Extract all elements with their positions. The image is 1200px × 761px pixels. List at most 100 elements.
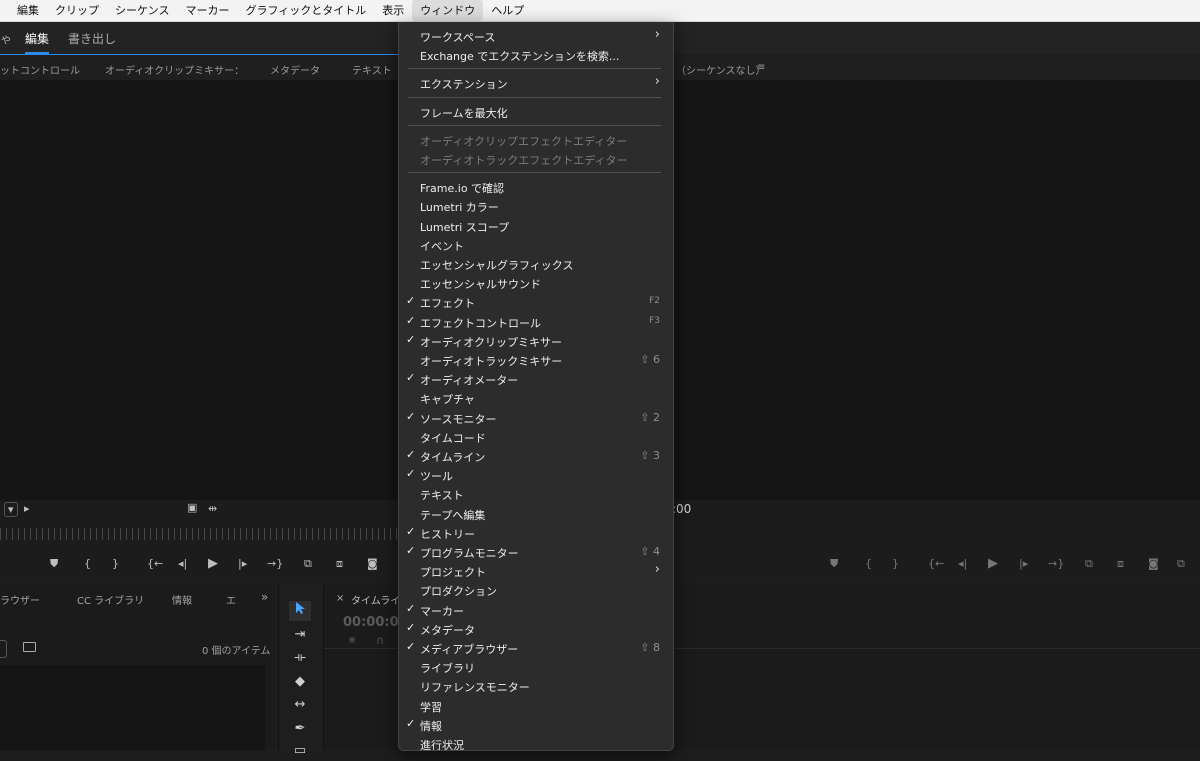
window-menu-item[interactable]: プロダクション (399, 580, 673, 599)
source-time-ruler[interactable] (0, 528, 398, 540)
window-menu-item[interactable]: 学習 (399, 696, 673, 715)
program-timecode[interactable]: :00 (672, 502, 691, 516)
window-menu-item[interactable]: エッセンシャルサウンド (399, 273, 673, 292)
window-menu-item[interactable]: Lumetri スコープ (399, 216, 673, 235)
window-menu-item[interactable]: Frame.io で確認 (399, 177, 673, 196)
menu-help[interactable]: ヘルプ (483, 0, 532, 21)
overwrite-button[interactable]: ⧈ (336, 557, 343, 571)
window-menu-item[interactable]: ✓ メタデータ (399, 619, 673, 638)
program-monitor-viewer[interactable] (672, 80, 1200, 500)
window-menu-item[interactable]: エッセンシャルグラフィックス (399, 254, 673, 273)
window-menu-item[interactable]: Exchange でエクステンションを検索... (399, 45, 673, 64)
program-go-to-in-button[interactable]: {← (928, 557, 944, 570)
slip-tool-icon[interactable]: ↔ (289, 695, 311, 715)
step-forward-button[interactable]: |▸ (238, 557, 247, 570)
program-step-forward-button[interactable]: |▸ (1019, 557, 1028, 570)
razor-tool-icon[interactable]: ◆ (289, 672, 311, 692)
menu-sequence[interactable]: シーケンス (107, 0, 177, 21)
window-menu-item[interactable]: テープへ編集 (399, 504, 673, 523)
source-monitor-viewer[interactable] (0, 80, 400, 500)
menu-edit[interactable]: 編集 (9, 0, 47, 21)
mark-out-button[interactable]: } (112, 557, 119, 570)
window-menu-item[interactable]: ✓ プログラムモニター ⇧ 4 (399, 542, 673, 561)
window-menu-item[interactable]: ライブラリ (399, 657, 673, 676)
window-menu-item[interactable]: オーディオトラックミキサー ⇧ 6 (399, 350, 673, 369)
window-menu-item[interactable]: プロジェクト › (399, 561, 673, 580)
window-menu-item[interactable]: ✓ ツール (399, 465, 673, 484)
select-tool-icon[interactable] (289, 601, 311, 621)
window-menu-item[interactable]: エクステンション › (399, 73, 673, 92)
program-mark-out-button[interactable]: } (892, 557, 899, 570)
mark-in-button[interactable]: { (84, 557, 91, 570)
search-field[interactable] (0, 640, 7, 658)
snap-icon[interactable]: ⋇ (348, 635, 356, 646)
window-menu-item[interactable]: Lumetri カラー (399, 196, 673, 215)
menu-window[interactable]: ウィンドウ (412, 0, 484, 21)
window-menu-item[interactable]: ✓ 情報 (399, 715, 673, 734)
go-to-out-button[interactable]: →} (267, 557, 283, 570)
window-menu-item[interactable]: キャプチャ (399, 388, 673, 407)
pen-tool-icon[interactable]: ✒ (289, 719, 311, 739)
window-menu-item[interactable]: ワークスペース › (399, 26, 673, 45)
item-list[interactable] (0, 665, 265, 750)
tab-effects[interactable]: エ (226, 592, 236, 607)
window-menu-item[interactable]: ✓ ソースモニター ⇧ 2 (399, 408, 673, 427)
window-menu-item[interactable]: ✓ オーディオクリップミキサー (399, 331, 673, 350)
program-go-to-out-button[interactable]: →} (1048, 557, 1064, 570)
window-menu-item[interactable]: 進行状況 (399, 734, 673, 750)
window-menu-item[interactable]: ✓ オーディオメーター (399, 369, 673, 388)
window-menu-item[interactable]: イベント (399, 235, 673, 254)
tab-text[interactable]: テキスト (352, 62, 392, 77)
tab-timeline[interactable]: タイムライ (351, 592, 400, 607)
window-menu-item[interactable]: ✓ マーカー (399, 600, 673, 619)
settings-icon[interactable]: ▣ (187, 501, 197, 514)
menu-marker[interactable]: マーカー (177, 0, 237, 21)
add-marker-button[interactable]: ⛊ (50, 557, 58, 571)
program-add-marker-button[interactable]: ⛊ (830, 557, 838, 571)
tab-info[interactable]: 情報 (172, 592, 192, 607)
linked-selection-icon[interactable]: ∩ (376, 634, 384, 647)
menu-view[interactable]: 表示 (374, 0, 412, 21)
tab-effect-controls[interactable]: ットコントロール (0, 62, 80, 77)
window-menu-item[interactable]: フレームを最大化 (399, 102, 673, 121)
tab-media-browser[interactable]: ラウザー (0, 592, 40, 607)
program-monitor-title[interactable]: （シーケンスなし） (676, 62, 766, 77)
new-bin-icon[interactable] (23, 642, 36, 652)
panel-menu-icon[interactable]: ≡ (757, 62, 765, 73)
insert-button[interactable]: ⧉ (304, 557, 312, 571)
tab-cc-libraries[interactable]: CC ライブラリ (77, 592, 144, 607)
close-timeline-icon[interactable]: × (336, 593, 344, 604)
tab-audio-clip-mixer[interactable]: オーディオクリップミキサー： (105, 62, 244, 77)
rectangle-tool-icon[interactable]: ▭ (289, 741, 311, 761)
export-frame-button[interactable]: ◙ (367, 557, 378, 570)
window-menu-item[interactable]: ✓ エフェクトコントロール F3 (399, 312, 673, 331)
window-menu-item[interactable]: テキスト (399, 484, 673, 503)
play-button[interactable]: ▶ (208, 556, 218, 571)
workspace-tab-partial[interactable]: ゃ (0, 30, 12, 47)
workspace-tab-export[interactable]: 書き出し (68, 30, 116, 47)
window-menu-item[interactable]: ✓ エフェクト F2 (399, 292, 673, 311)
drag-audio-icon[interactable]: ⇹ (208, 502, 217, 515)
tab-metadata[interactable]: メタデータ (270, 62, 320, 77)
menu-clip[interactable]: クリップ (47, 0, 107, 21)
extract-button[interactable]: ⧈ (1117, 557, 1124, 571)
zoom-dropdown[interactable]: ▾ (4, 502, 18, 517)
program-step-back-button[interactable]: ◂| (958, 557, 967, 570)
go-to-in-button[interactable]: {← (147, 557, 163, 570)
window-menu-item[interactable]: リファレンスモニター (399, 676, 673, 695)
ripple-edit-tool-icon[interactable]: ⟛ (289, 648, 311, 668)
program-play-button[interactable]: ▶ (988, 556, 998, 571)
comparison-view-button[interactable]: ⧉ (1177, 557, 1185, 571)
track-select-tool-icon[interactable]: ⇥ (289, 625, 311, 645)
step-back-button[interactable]: ◂| (178, 557, 187, 570)
window-menu-item[interactable]: ✓ ヒストリー (399, 523, 673, 542)
window-menu-item[interactable]: ✓ タイムライン ⇧ 3 (399, 446, 673, 465)
lift-button[interactable]: ⧉ (1085, 557, 1093, 571)
workspace-tab-edit[interactable]: 編集 (25, 30, 49, 47)
menu-graphics-titles[interactable]: グラフィックとタイトル (237, 0, 374, 21)
window-menu-item[interactable]: タイムコード (399, 427, 673, 446)
program-export-frame-button[interactable]: ◙ (1148, 557, 1159, 570)
more-panels-icon[interactable]: » (261, 590, 268, 604)
window-menu-item[interactable]: ✓ メディアブラウザー ⇧ 8 (399, 638, 673, 657)
program-mark-in-button[interactable]: { (865, 557, 872, 570)
